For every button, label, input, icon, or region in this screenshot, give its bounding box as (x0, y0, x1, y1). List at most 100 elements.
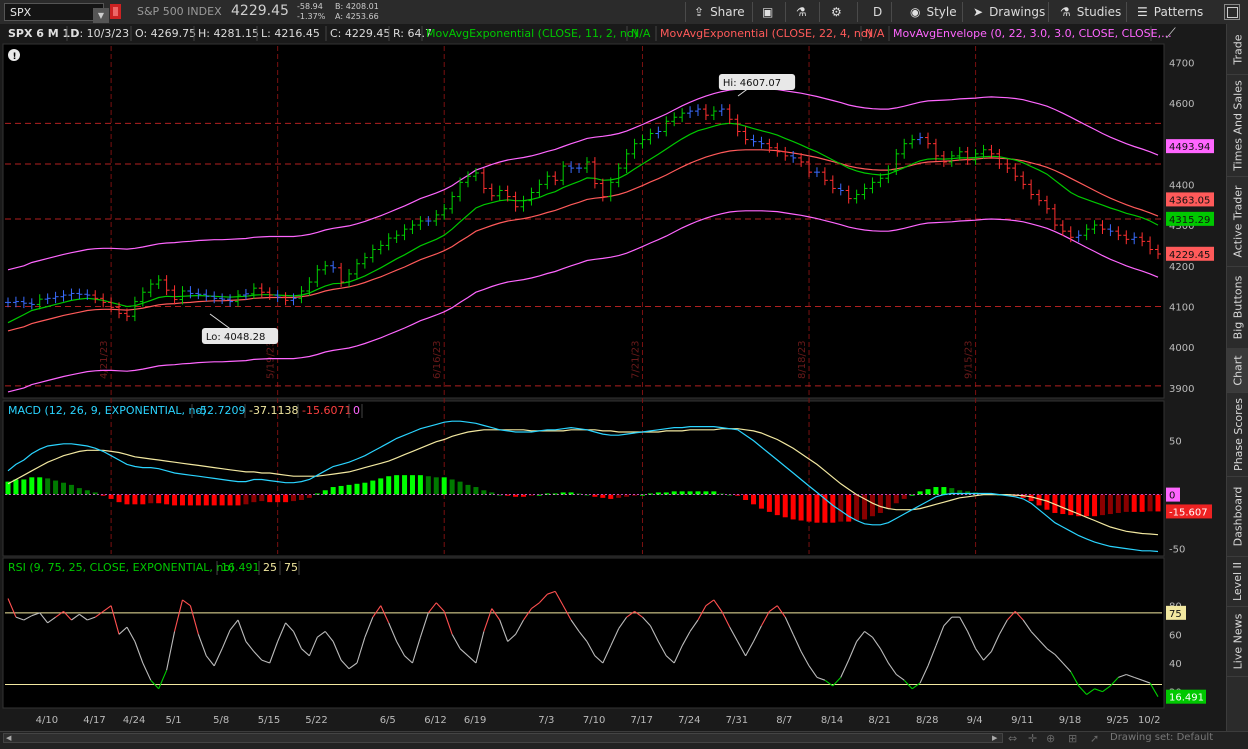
x-axis-date-label: 8/28 (916, 715, 938, 726)
pointer-icon[interactable]: ➚ (1090, 732, 1099, 745)
macd-histogram-bar (687, 491, 693, 495)
macd-histogram-bar (758, 494, 764, 509)
ema-fast-label[interactable]: MovAvgExponential (CLOSE, 11, 2, no) (426, 27, 638, 40)
horizontal-scrollbar[interactable]: ◀ ▶ (3, 733, 1003, 743)
macd-histogram-bar (227, 494, 233, 506)
patterns-button[interactable]: ☰ Patterns (1137, 0, 1203, 24)
macd-histogram-bar (790, 494, 796, 520)
macd-histogram-bar (409, 475, 415, 495)
macd-histogram-bar (1115, 494, 1121, 513)
x-axis-date-label: 5/15 (258, 715, 280, 726)
tab-live-news[interactable]: Live News (1227, 606, 1248, 677)
toolbar-divider (752, 2, 753, 22)
x-axis-date-label: 9/25 (1106, 715, 1128, 726)
tab-phase-scores[interactable]: Phase Scores (1227, 392, 1248, 477)
macd-histogram-bar (394, 475, 400, 495)
studies-icon: ⚗ (1060, 5, 1071, 19)
macd-histogram-bar (600, 494, 606, 498)
macd-histogram-bar (671, 491, 677, 495)
macd-histogram-bar (219, 494, 225, 506)
drawings-button[interactable]: ➤ Drawings (973, 0, 1045, 24)
aggregation-button[interactable]: D (873, 0, 882, 24)
tab-chart[interactable]: Chart (1227, 348, 1248, 393)
price-tick-label: 3900 (1169, 384, 1194, 395)
rsi-panel[interactable] (2, 557, 1165, 709)
symbol-input[interactable]: SPX ▼ (4, 3, 109, 23)
symbol-dropdown-icon[interactable]: ▼ (93, 8, 109, 23)
macd-histogram-bar (838, 494, 844, 522)
alert-flag-icon[interactable] (110, 4, 121, 19)
bar-close: C: 4229.45 (330, 27, 390, 40)
info-icon-glyph: ! (13, 52, 17, 62)
macd-histogram-bar (53, 480, 59, 495)
macd-histogram-bar (814, 494, 820, 523)
x-axis-date-label: 7/31 (726, 715, 748, 726)
scroll-right-icon[interactable]: ▶ (992, 734, 997, 742)
tab-level-ii[interactable]: Level II (1227, 556, 1248, 607)
macd-histogram-bar (433, 477, 439, 495)
macd-histogram-bar (917, 491, 923, 495)
x-axis-date-label: 9/11 (1011, 715, 1033, 726)
macd-histogram-bar (1099, 494, 1105, 516)
macd-histogram-bar (283, 494, 289, 503)
envelope-label[interactable]: MovAvgEnvelope (0, 22, 3.0, 3.0, CLOSE, … (893, 27, 1172, 40)
pan-icon[interactable]: ⇔ (1008, 732, 1017, 745)
macd-histogram-bar (711, 491, 717, 495)
vertical-marker-date: 5/19/23 (266, 340, 277, 379)
macd-histogram-bar (203, 494, 209, 506)
x-axis-date-label: 7/17 (630, 715, 652, 726)
chart-area[interactable]: 4/21/23 5/19/23 6/16/23 7/21/23 8/18/23 9/15/… (0, 24, 1226, 731)
scroll-left-icon[interactable]: ◀ (6, 734, 11, 742)
share-button[interactable]: ⇪ Share (694, 0, 745, 24)
macd-panel[interactable] (2, 400, 1165, 557)
price-tick-label: 4000 (1169, 343, 1194, 354)
macd-histogram-bar (893, 494, 899, 504)
macd-histogram-bar (338, 485, 344, 495)
change-block: -58.94 -1.37% (297, 2, 325, 22)
macd-histogram-bar (132, 494, 138, 505)
drawing-tool-icon[interactable]: ⟋ (1166, 26, 1176, 42)
zoom-icon[interactable]: ⊕ (1046, 732, 1055, 745)
style-button[interactable]: ◉ Style (910, 0, 957, 24)
tab-trade[interactable]: Trade (1227, 24, 1248, 75)
bar-low: L: 4216.45 (261, 27, 320, 40)
macd-label[interactable]: MACD (12, 26, 9, EXPONENTIAL, no) (8, 404, 207, 417)
price-axis-badge-text: 4315.29 (1169, 215, 1210, 226)
hi-label: Hi: 4607.07 (723, 78, 781, 89)
bar-date: D: 10/3/23 (71, 27, 129, 40)
vertical-marker-date: 8/18/23 (797, 340, 808, 379)
rsi-label[interactable]: RSI (9, 75, 25, CLOSE, EXPONENTIAL, no) (8, 561, 234, 574)
macd-histogram-bar (354, 483, 360, 495)
tab-big-buttons[interactable]: Big Buttons (1227, 266, 1248, 349)
macd-histogram-bar (346, 484, 352, 495)
macd-histogram-bar (877, 494, 883, 513)
x-axis-date-label: 8/14 (821, 715, 843, 726)
ema-slow-label[interactable]: MovAvgExponential (CLOSE, 22, 4, no) (660, 27, 872, 40)
snap-icon[interactable]: ⊞ (1068, 732, 1077, 745)
macd-histogram-bar (68, 484, 74, 495)
flask-button[interactable]: ⚗ (796, 0, 813, 24)
vertical-marker-date: 7/21/23 (630, 340, 641, 379)
x-axis-date-label: 5/1 (166, 715, 182, 726)
macd-histogram-bar (124, 494, 130, 505)
tab-times-and-sales[interactable]: Times And Sales (1227, 74, 1248, 177)
macd-tick-label: 50 (1169, 437, 1182, 448)
cursor-icon: ➤ (973, 5, 984, 19)
macd-histogram-bar (156, 494, 162, 504)
macd-histogram-bar (457, 481, 463, 495)
macd-histogram-bar (703, 491, 709, 495)
macd-histogram-bar (306, 494, 312, 498)
crosshair-icon[interactable]: ✛ (1028, 732, 1037, 745)
tab-active-trader[interactable]: Active Trader (1227, 176, 1248, 267)
macd-histogram-bar (108, 494, 114, 499)
studies-button[interactable]: ⚗ Studies (1060, 0, 1121, 24)
drawing-set-label[interactable]: Drawing set: Default (1110, 732, 1213, 743)
chart-layout-button[interactable]: ▣ (762, 0, 779, 24)
macd-histogram-bar (322, 490, 328, 495)
patterns-icon: ☰ (1137, 5, 1148, 19)
tab-dashboard[interactable]: Dashboard (1227, 476, 1248, 557)
maximize-icon[interactable] (1224, 4, 1240, 20)
macd-zero-badge-text: 0 (1169, 491, 1175, 502)
settings-button[interactable]: ⚙ (831, 0, 848, 24)
macd-histogram-bar (854, 494, 860, 521)
